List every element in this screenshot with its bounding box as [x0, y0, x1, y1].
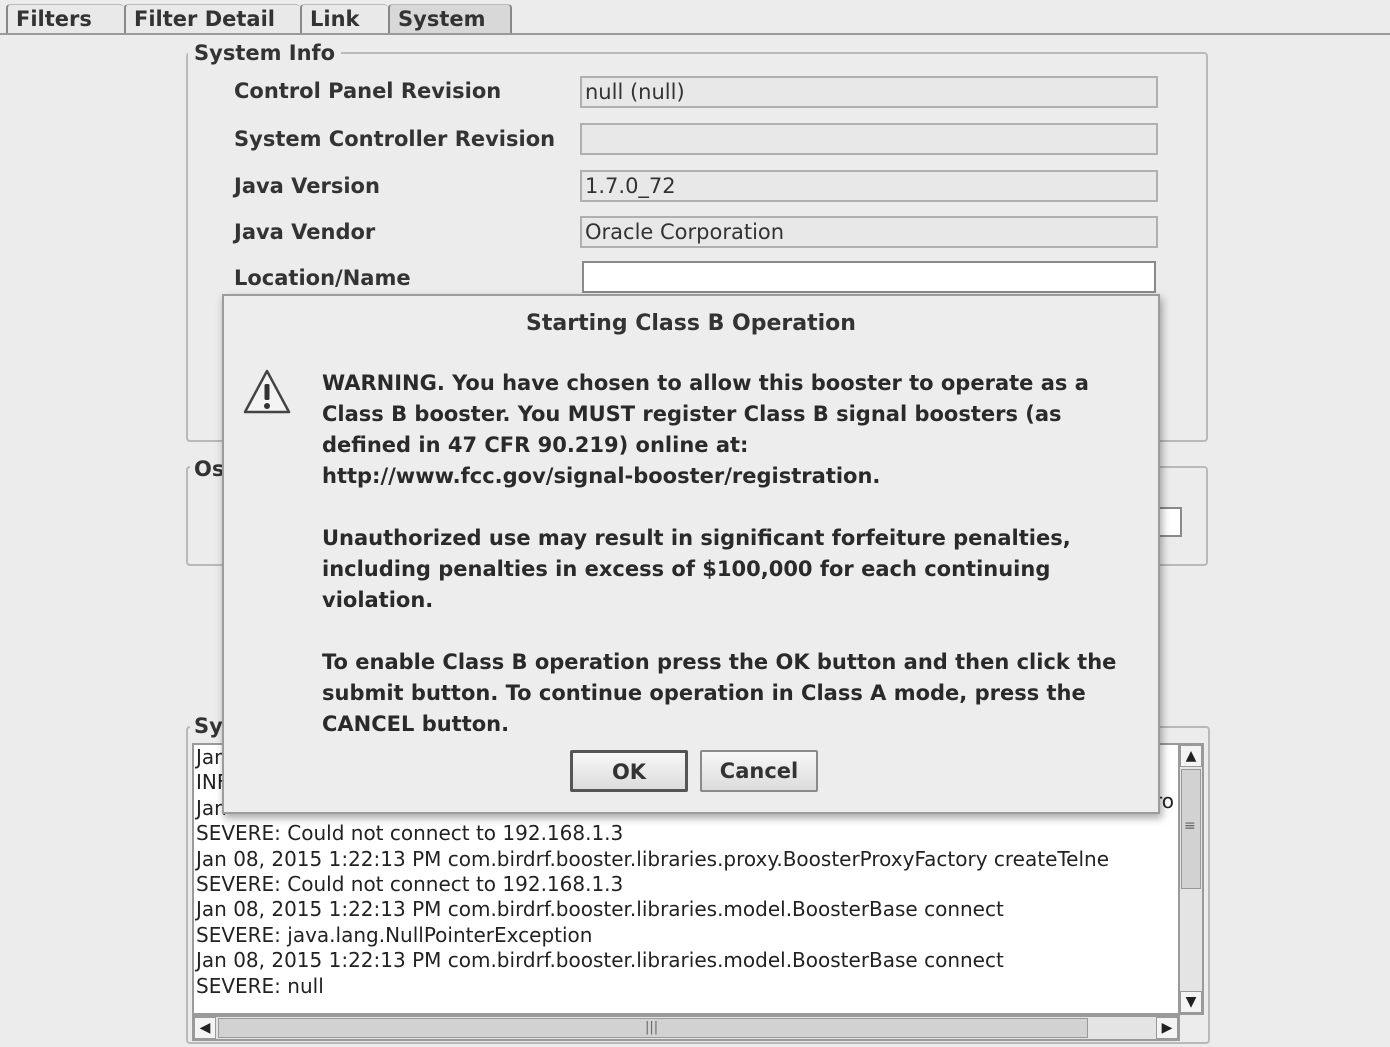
log-line: SEVERE: java.lang.NullPointerException: [196, 922, 593, 947]
scroll-right-icon: ▶: [1161, 1020, 1173, 1036]
log-line: Jan 08, 2015 1:22:13 PM com.birdrf.boost…: [196, 846, 1110, 871]
tab-filters[interactable]: Filters: [6, 4, 124, 34]
system-info-title: System Info: [188, 40, 342, 66]
horizontal-scroll-thumb[interactable]: |||: [218, 1018, 1088, 1038]
log-line: Jan 08, 2015 1:22:13 PM com.birdrf.boost…: [196, 897, 1004, 922]
log-line: SEVERE: Could not connect to 192.168.1.3: [196, 821, 624, 846]
grip-icon: ≡: [1184, 818, 1196, 834]
log-line: SEVERE: null: [196, 973, 324, 998]
log-line: SEVERE: Could not connect to 192.168.1.3: [196, 872, 624, 897]
dialog-instruction-paragraph: To enable Class B operation press the OK…: [322, 650, 1117, 736]
warning-icon: [243, 369, 291, 414]
location-name-label: Location/Name: [234, 266, 411, 290]
tab-system[interactable]: System: [388, 4, 512, 34]
vertical-scroll-thumb[interactable]: ≡: [1181, 769, 1201, 889]
tab-link-label: Link: [310, 7, 360, 31]
tab-link[interactable]: Link: [300, 4, 388, 34]
log-horizontal-scrollbar[interactable]: ◀ ||| ▶: [192, 1015, 1180, 1041]
log-vertical-scrollbar[interactable]: ▲ ≡ ▼: [1178, 743, 1204, 1015]
tab-bar: Filters Filter Detail Link System: [0, 0, 1390, 35]
tab-divider: [0, 33, 1390, 35]
java-vendor-label: Java Vendor: [234, 220, 376, 244]
scroll-right-button[interactable]: ▶: [1156, 1017, 1178, 1039]
scroll-left-button[interactable]: ◀: [194, 1017, 216, 1039]
scroll-down-button[interactable]: ▼: [1180, 991, 1202, 1013]
dialog-warning-paragraph: WARNING. You have chosen to allow this b…: [322, 371, 1089, 488]
system-controller-revision-label: System Controller Revision: [234, 127, 556, 151]
cancel-button[interactable]: Cancel: [700, 750, 818, 792]
tab-filter-detail-label: Filter Detail: [134, 7, 275, 31]
control-panel-revision-label: Control Panel Revision: [234, 79, 502, 103]
dialog-penalty-paragraph: Unauthorized use may result in significa…: [322, 526, 1071, 612]
ok-button[interactable]: OK: [570, 750, 688, 792]
grip-icon: |||: [645, 1020, 659, 1035]
java-version-field: 1.7.0_72: [580, 170, 1158, 202]
tab-filters-label: Filters: [16, 7, 92, 31]
dialog-title: Starting Class B Operation: [526, 311, 856, 336]
class-b-warning-dialog: Starting Class B Operation WARNING. You …: [222, 294, 1160, 814]
tab-filter-detail[interactable]: Filter Detail: [124, 4, 300, 34]
system-controller-revision-field: [580, 123, 1158, 155]
control-panel-revision-field: null (null): [580, 76, 1158, 108]
java-vendor-field: Oracle Corporation: [580, 216, 1158, 248]
scroll-left-icon: ◀: [199, 1020, 211, 1036]
scroll-up-button[interactable]: ▲: [1180, 745, 1202, 767]
location-name-input[interactable]: [582, 261, 1156, 293]
log-line: Jan 08, 2015 1:22:13 PM com.birdrf.boost…: [196, 948, 1004, 973]
tab-system-label: System: [398, 7, 486, 31]
dialog-message: WARNING. You have chosen to allow this b…: [322, 368, 1152, 771]
java-version-label: Java Version: [234, 174, 380, 198]
scroll-down-icon: ▼: [1185, 994, 1197, 1010]
scroll-up-icon: ▲: [1185, 748, 1197, 764]
